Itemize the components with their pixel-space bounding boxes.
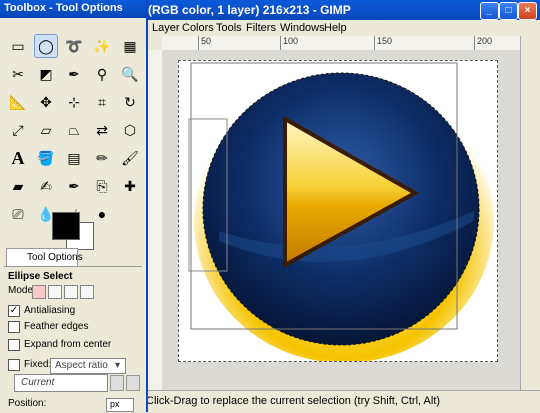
select-by-color-icon[interactable]: ▦ bbox=[118, 34, 142, 58]
image-window-title: (RGB color, 1 layer) 216x213 - GIMP bbox=[148, 3, 351, 17]
ruler-tick-label: 50 bbox=[201, 36, 212, 46]
blend-icon[interactable]: ▤ bbox=[62, 146, 86, 170]
shear-icon[interactable]: ▱ bbox=[34, 118, 58, 142]
expand-label: Expand from center bbox=[24, 339, 112, 350]
fuzzy-select-icon[interactable]: ✨ bbox=[90, 34, 114, 58]
measure-icon[interactable]: 📐 bbox=[6, 90, 30, 114]
ruler-tick-label: 150 bbox=[377, 36, 393, 46]
clone-icon[interactable]: ⎘ bbox=[90, 174, 114, 198]
preset-menu-icon[interactable] bbox=[110, 375, 124, 391]
position-unit-select[interactable]: px bbox=[106, 398, 134, 412]
expand-checkbox[interactable] bbox=[8, 339, 20, 351]
tool-name: Ellipse Select bbox=[8, 271, 73, 282]
horizontal-ruler: 50 100 150 200 bbox=[162, 36, 520, 51]
antialiasing-label: Antialiasing bbox=[24, 305, 76, 316]
menu-layer[interactable]: Layer bbox=[152, 22, 180, 34]
pencil-icon[interactable]: ✏ bbox=[90, 146, 114, 170]
eraser-icon[interactable]: ▰ bbox=[6, 174, 30, 198]
zoom-icon[interactable]: 🔍 bbox=[118, 62, 142, 86]
position-unit-value: px bbox=[110, 399, 120, 409]
image-window-titlebar[interactable]: (RGB color, 1 layer) 216x213 - GIMP _ □ … bbox=[140, 0, 540, 20]
menu-windows[interactable]: Windows bbox=[280, 22, 325, 34]
mode-replace-button[interactable] bbox=[32, 285, 46, 299]
preset-value: Current bbox=[21, 377, 55, 388]
image-canvas[interactable] bbox=[178, 60, 498, 363]
ruler-tick: 50 bbox=[198, 36, 211, 50]
paintbrush-icon[interactable]: 🖌 bbox=[118, 146, 142, 170]
flip-icon[interactable]: ⇄ bbox=[90, 118, 114, 142]
bucket-fill-icon[interactable]: 🪣 bbox=[34, 146, 58, 170]
toolbox-title: Toolbox - Tool Options bbox=[4, 2, 123, 14]
mode-subtract-button[interactable] bbox=[64, 285, 78, 299]
toolbox-titlebar[interactable]: Toolbox - Tool Options bbox=[0, 0, 146, 18]
tab-tool-options[interactable]: Tool Options bbox=[6, 248, 83, 267]
cage-icon[interactable]: ⬡ bbox=[118, 118, 142, 142]
fixed-checkbox[interactable] bbox=[8, 359, 20, 371]
menu-help[interactable]: Help bbox=[324, 22, 347, 34]
play-button-artwork bbox=[188, 62, 494, 363]
scissors-icon[interactable]: ✂ bbox=[6, 62, 30, 86]
foreground-select-icon[interactable]: ◩ bbox=[34, 62, 58, 86]
ruler-tick: 200 bbox=[474, 36, 492, 50]
ruler-tick: 150 bbox=[374, 36, 392, 50]
status-bar: Click-Drag to replace the current select… bbox=[140, 390, 540, 413]
menu-colors[interactable]: Colors bbox=[182, 22, 214, 34]
toolbox-window: Toolbox - Tool Options ▭ ◯ ➰ ✨ ▦ ✂ ◩ ✒ ⚲… bbox=[0, 0, 148, 413]
vertical-scrollbar[interactable] bbox=[520, 36, 539, 390]
reset-icon[interactable] bbox=[126, 375, 140, 391]
airbrush-icon[interactable]: ✍ bbox=[34, 174, 58, 198]
feather-checkbox[interactable] bbox=[8, 321, 20, 333]
fixed-label: Fixed: bbox=[24, 359, 52, 370]
ruler-tick-label: 200 bbox=[477, 36, 493, 46]
mode-intersect-button[interactable] bbox=[80, 285, 94, 299]
menu-bar: Layer Colors Tools Filters Windows Help bbox=[140, 20, 540, 36]
fixed-mode-value: Aspect ratio bbox=[55, 360, 108, 371]
feather-label: Feather edges bbox=[24, 321, 89, 332]
fixed-mode-select[interactable]: Aspect ratio ▾ bbox=[50, 358, 126, 374]
chevron-down-icon: ▾ bbox=[115, 360, 121, 371]
tool-grid: ▭ ◯ ➰ ✨ ▦ ✂ ◩ ✒ ⚲ 🔍 📐 ✥ ⊹ ⌗ ↻ ⤢ ▱ ⏢ ⇄ ⬡ … bbox=[4, 32, 144, 222]
color-picker-icon[interactable]: ⚲ bbox=[90, 62, 114, 86]
perspective-icon[interactable]: ⏢ bbox=[62, 118, 86, 142]
minimize-button[interactable]: _ bbox=[480, 2, 499, 20]
menu-filters[interactable]: Filters bbox=[246, 22, 276, 34]
rect-select-icon[interactable]: ▭ bbox=[6, 34, 30, 58]
preset-input[interactable]: Current bbox=[14, 374, 108, 392]
ruler-tick: 100 bbox=[280, 36, 298, 50]
vertical-ruler bbox=[148, 50, 163, 390]
text-icon[interactable]: A bbox=[6, 146, 30, 170]
align-icon[interactable]: ⊹ bbox=[62, 90, 86, 114]
position-label: Position: bbox=[8, 398, 47, 409]
ellipse-select-icon[interactable]: ◯ bbox=[34, 34, 58, 58]
lasso-icon[interactable]: ➰ bbox=[62, 34, 86, 58]
canvas-area[interactable] bbox=[162, 50, 520, 390]
mode-add-button[interactable] bbox=[48, 285, 62, 299]
ruler-tick-label: 100 bbox=[283, 36, 299, 46]
status-message: Click-Drag to replace the current select… bbox=[146, 395, 441, 407]
scale-icon[interactable]: ⤢ bbox=[6, 118, 30, 142]
close-button[interactable]: × bbox=[518, 2, 537, 20]
image-window: (RGB color, 1 layer) 216x213 - GIMP _ □ … bbox=[140, 0, 540, 413]
tab-tool-options-label: Tool Options bbox=[27, 252, 83, 263]
ink-icon[interactable]: ✒ bbox=[62, 174, 86, 198]
crop-icon[interactable]: ⌗ bbox=[90, 90, 114, 114]
paths-icon[interactable]: ✒ bbox=[62, 62, 86, 86]
antialiasing-checkbox[interactable]: ✓ bbox=[8, 305, 20, 317]
move-icon[interactable]: ✥ bbox=[34, 90, 58, 114]
rotate-icon[interactable]: ↻ bbox=[118, 90, 142, 114]
perspective-clone-icon[interactable]: ⎚ bbox=[6, 202, 30, 226]
maximize-button[interactable]: □ bbox=[499, 2, 518, 20]
menu-tools[interactable]: Tools bbox=[216, 22, 242, 34]
heal-icon[interactable]: ✚ bbox=[118, 174, 142, 198]
foreground-color-swatch[interactable] bbox=[52, 212, 80, 240]
